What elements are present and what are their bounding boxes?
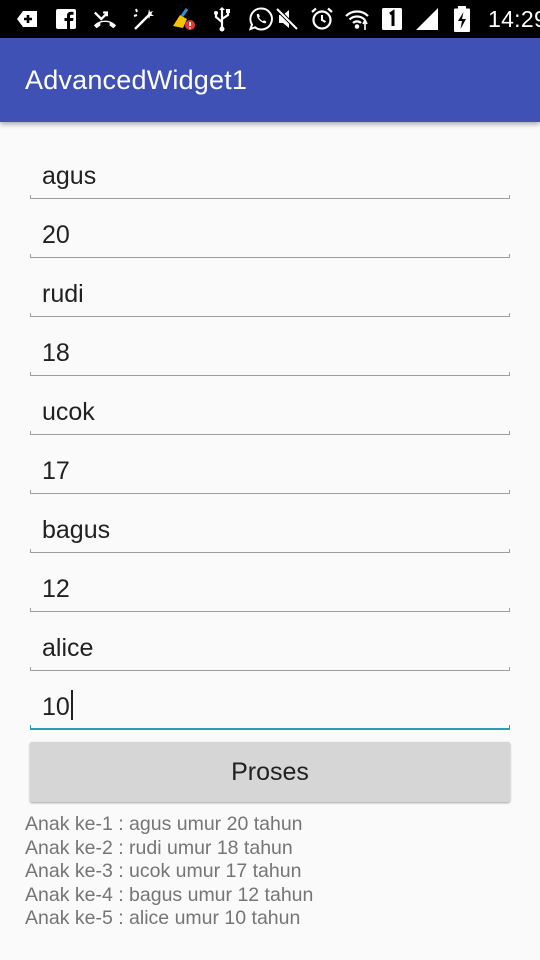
no-signal-wand-icon [131, 6, 157, 32]
field-underline-focused [30, 725, 510, 730]
age-field-3[interactable]: 17 [30, 435, 510, 494]
result-line: Anak ke-1 : agus umur 20 tahun [25, 813, 303, 835]
name-field-4[interactable]: bagus [30, 494, 510, 553]
age-field-1[interactable]: 20 [30, 199, 510, 258]
age-field-4-value: 12 [42, 575, 70, 603]
name-field-2-value: rudi [42, 280, 84, 308]
result-line: Anak ke-2 : rudi umur 18 tahun [25, 836, 293, 859]
notification-icons [14, 0, 274, 38]
app-title: AdvancedWidget1 [25, 64, 248, 95]
age-field-3-value: 17 [42, 457, 70, 485]
age-field-5-value: 10 [42, 690, 73, 722]
age-field-5-text: 10 [42, 693, 70, 721]
cleaner-alert-icon [170, 6, 196, 32]
name-field-5-value: alice [42, 634, 94, 662]
age-field-2-value: 18 [42, 339, 70, 367]
mute-icon [274, 6, 300, 32]
missed-call-icon [92, 6, 118, 32]
alarm-icon [309, 6, 335, 32]
age-field-1-value: 20 [42, 221, 70, 249]
name-field-1[interactable]: agus [30, 140, 510, 199]
name-field-5[interactable]: alice [30, 612, 510, 671]
name-field-2[interactable]: rudi [30, 258, 510, 317]
whatsapp-icon [248, 6, 274, 32]
battery-charging-icon [449, 6, 475, 32]
result-line: Anak ke-3 : ucok umur 17 tahun [25, 860, 302, 882]
app-bar: AdvancedWidget1 [0, 38, 540, 122]
age-field-2[interactable]: 18 [30, 317, 510, 376]
name-field-3[interactable]: ucok [30, 376, 510, 435]
name-field-3-value: ucok [42, 398, 95, 426]
name-field-1-value: agus [42, 162, 97, 190]
usb-icon [209, 6, 235, 32]
result-line: Anak ke-5 : alice umur 10 tahun [25, 907, 301, 929]
text-cursor [70, 690, 73, 720]
signal-icon [414, 6, 440, 32]
result-text: Anak ke-1 : agus umur 20 tahun Anak ke-2… [25, 813, 313, 931]
wifi-icon [344, 6, 370, 32]
facebook-icon [53, 6, 79, 32]
proses-button[interactable]: Proses [30, 742, 510, 802]
result-line: Anak ke-4 : bagus umur 12 tahun [25, 883, 314, 906]
name-field-4-value: bagus [42, 516, 111, 544]
sim1-icon [379, 6, 405, 32]
age-field-4[interactable]: 12 [30, 553, 510, 612]
system-icons: 14:29 [274, 0, 540, 38]
add-box-icon [14, 6, 40, 32]
status-bar: 14:29 [0, 0, 540, 38]
clock-time: 14:29 [488, 5, 540, 32]
age-field-5[interactable]: 10 [30, 671, 510, 730]
